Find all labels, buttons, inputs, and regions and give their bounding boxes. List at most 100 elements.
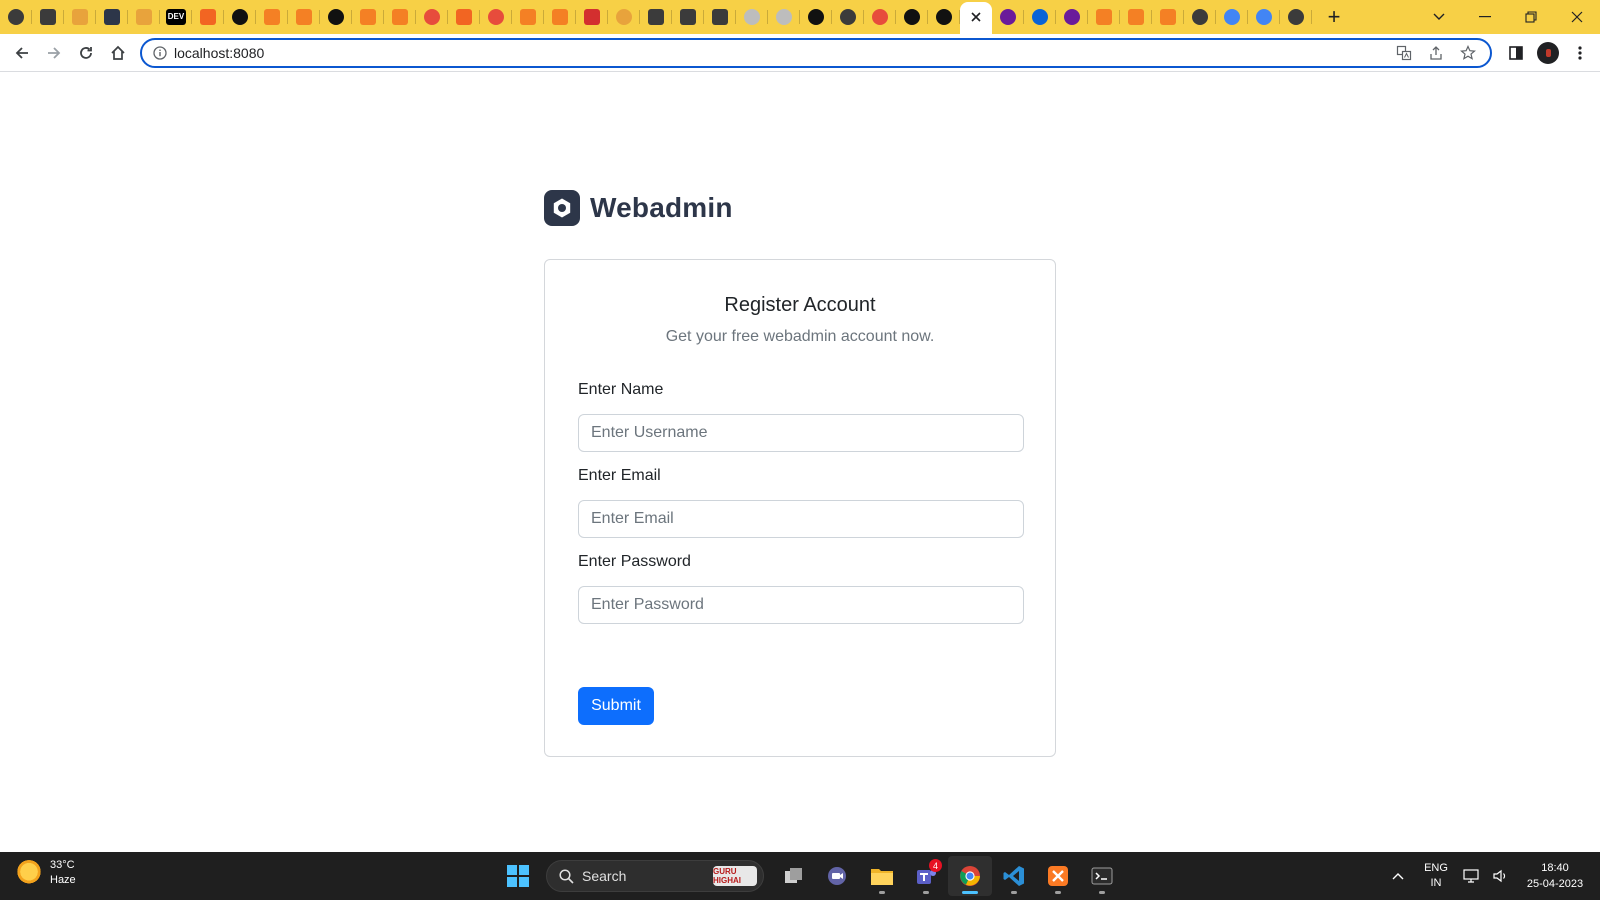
tab-28[interactable] [896, 0, 928, 34]
reload-button[interactable] [70, 37, 102, 69]
address-bar[interactable] [140, 38, 1492, 68]
tab-search-button[interactable] [1416, 0, 1462, 34]
github-icon [616, 9, 632, 25]
weather-widget[interactable]: 33°C Haze [16, 858, 76, 888]
chrome-button[interactable] [948, 856, 992, 896]
gray-circle-icon [744, 9, 760, 25]
share-button[interactable] [1420, 40, 1452, 66]
video-chat-icon [828, 867, 846, 885]
tab-21[interactable] [672, 0, 704, 34]
tab-39[interactable] [1248, 0, 1280, 34]
password-input[interactable] [578, 586, 1024, 624]
tab-12[interactable] [384, 0, 416, 34]
name-input[interactable] [578, 414, 1024, 452]
tab-17[interactable] [544, 0, 576, 34]
terminal-button[interactable] [1080, 856, 1124, 896]
volume-button[interactable] [1486, 869, 1516, 883]
task-view-button[interactable] [772, 856, 816, 896]
tab-32[interactable] [1024, 0, 1056, 34]
tab-24[interactable] [768, 0, 800, 34]
tab-2[interactable] [64, 0, 96, 34]
email-label: Enter Email [578, 467, 661, 484]
dev-icon: DEV [166, 9, 186, 25]
taskbar-search[interactable]: Search GURU HIGHAI [546, 860, 764, 892]
teams-button[interactable]: 4 [904, 856, 948, 896]
tab-31[interactable] [992, 0, 1024, 34]
tab-0[interactable] [0, 0, 32, 34]
tab-22[interactable] [704, 0, 736, 34]
minimize-button[interactable] [1462, 0, 1508, 34]
vscode-button[interactable] [992, 856, 1036, 896]
tab-38[interactable] [1216, 0, 1248, 34]
tab-14[interactable] [448, 0, 480, 34]
tab-15[interactable] [480, 0, 512, 34]
tab-3[interactable] [96, 0, 128, 34]
tab-16[interactable] [512, 0, 544, 34]
tab-4[interactable] [128, 0, 160, 34]
tab-40[interactable] [1280, 0, 1312, 34]
site-info-button[interactable] [146, 46, 174, 60]
xampp-button[interactable] [1036, 856, 1080, 896]
tab-active[interactable] [960, 2, 992, 34]
tab-23[interactable] [736, 0, 768, 34]
running-indicator [923, 891, 929, 894]
new-tab-button[interactable]: + [1318, 0, 1350, 34]
tab-19[interactable] [608, 0, 640, 34]
close-window-button[interactable] [1554, 0, 1600, 34]
tab-29[interactable] [928, 0, 960, 34]
tab-25[interactable] [800, 0, 832, 34]
tab-7[interactable] [224, 0, 256, 34]
register-card: Register Account Get your free webadmin … [544, 259, 1056, 757]
toolbar-right [1500, 37, 1600, 69]
tab-35[interactable] [1120, 0, 1152, 34]
file-explorer-button[interactable] [860, 856, 904, 896]
email-input[interactable] [578, 500, 1024, 538]
tab-11[interactable] [352, 0, 384, 34]
weather-text: 33°C Haze [50, 858, 76, 888]
translate-button[interactable] [1388, 40, 1420, 66]
restore-button[interactable] [1508, 0, 1554, 34]
tab-6[interactable] [192, 0, 224, 34]
running-indicator [1011, 891, 1017, 894]
tab-8[interactable] [256, 0, 288, 34]
home-icon [111, 45, 125, 60]
start-button[interactable] [498, 856, 538, 896]
close-tab-icon[interactable] [971, 9, 981, 27]
speaker-icon [1493, 869, 1506, 883]
minimize-icon [1479, 16, 1491, 18]
tab-27[interactable] [864, 0, 896, 34]
tab-1[interactable] [32, 0, 64, 34]
side-panel-icon [1509, 46, 1523, 60]
stack-icon [1128, 9, 1144, 25]
tab-9[interactable] [288, 0, 320, 34]
tab-20[interactable] [640, 0, 672, 34]
red-square-icon [584, 9, 600, 25]
tab-5[interactable]: DEV [160, 0, 192, 34]
side-panel-button[interactable] [1500, 37, 1532, 69]
home-button[interactable] [102, 37, 134, 69]
tab-10[interactable] [320, 0, 352, 34]
menu-button[interactable] [1564, 37, 1596, 69]
network-button[interactable] [1456, 869, 1486, 883]
back-button[interactable] [6, 37, 38, 69]
language-indicator[interactable]: ENG IN [1416, 861, 1456, 891]
tab-37[interactable] [1184, 0, 1216, 34]
tab-33[interactable] [1056, 0, 1088, 34]
tab-34[interactable] [1088, 0, 1120, 34]
forward-button[interactable] [38, 37, 70, 69]
show-hidden-icons-button[interactable] [1380, 872, 1416, 880]
tab-13[interactable] [416, 0, 448, 34]
address-input[interactable] [174, 45, 1388, 61]
meet-button[interactable] [816, 856, 860, 896]
clock[interactable]: 18:40 25-04-2023 [1516, 860, 1594, 892]
tab-36[interactable] [1152, 0, 1184, 34]
bookmark-button[interactable] [1452, 40, 1484, 66]
film-icon [648, 9, 664, 25]
tab-18[interactable] [576, 0, 608, 34]
tab-26[interactable] [832, 0, 864, 34]
lang-bottom: IN [1430, 877, 1442, 889]
stack-icon [552, 9, 568, 25]
running-indicator [1099, 891, 1105, 894]
profile-button[interactable] [1532, 37, 1564, 69]
submit-button[interactable]: Submit [578, 687, 654, 725]
